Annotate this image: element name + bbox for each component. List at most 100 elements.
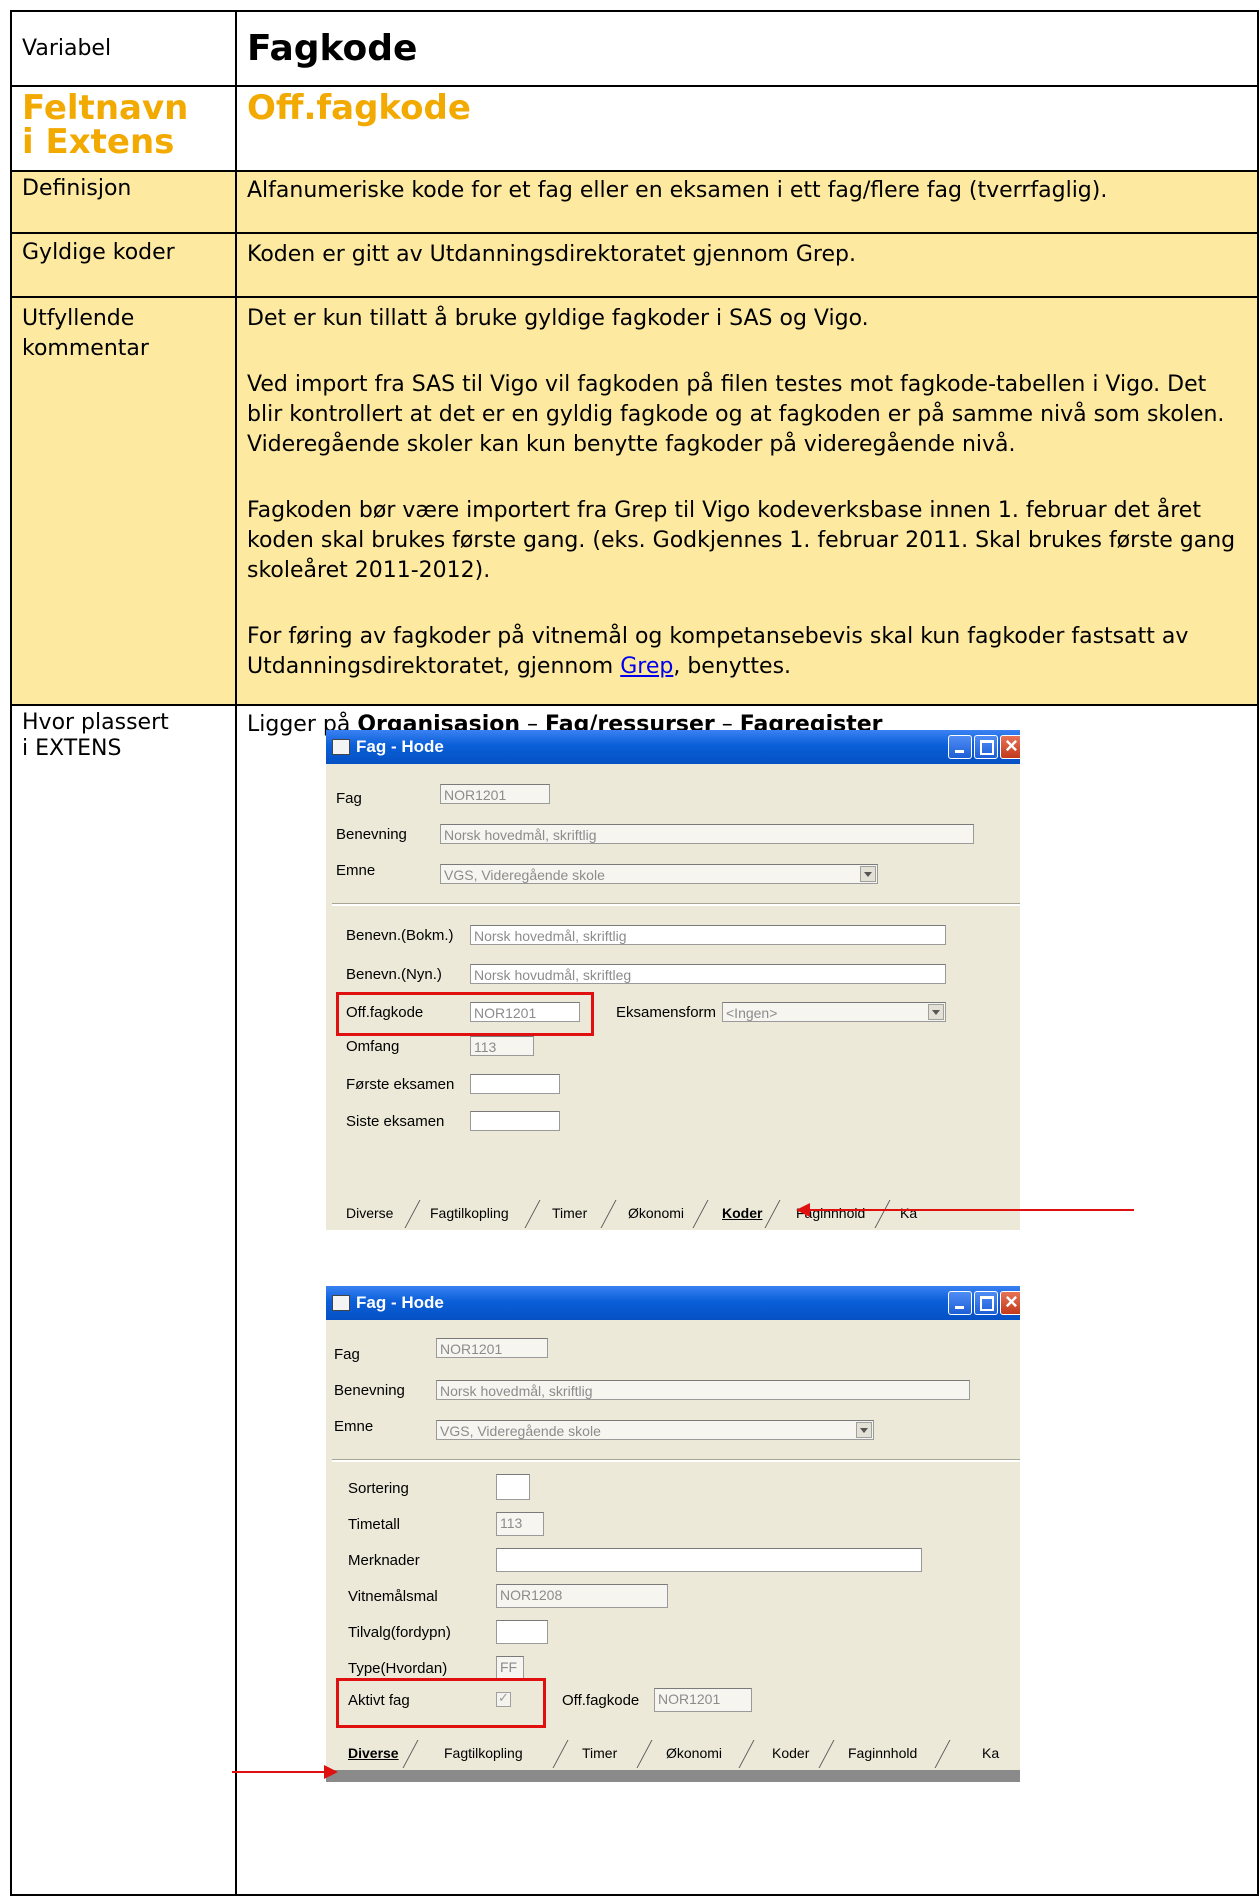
window-icon [332,1295,350,1311]
merknader-field[interactable] [496,1548,922,1572]
emne-select[interactable]: VGS, Videregående skole [440,864,878,884]
tab-timer[interactable]: Timer [552,1205,587,1221]
dialog1-tabbar: Diverse Fagtilkopling Timer Økonomi Kode… [326,1200,1020,1230]
definition-text-cell: Alfanumeriske kode for et fag eller en e… [235,170,1259,234]
dialog2-status-strip [326,1770,1020,1782]
tab-timer[interactable]: Timer [582,1745,617,1761]
offfagkode-label: Off.fagkode [562,1692,640,1709]
benevning-label: Benevning [336,826,407,843]
maximize-icon[interactable] [974,1291,998,1315]
arrow-head-left-icon [796,1203,810,1217]
comment-text-cell: Det er kun tillatt å bruke gyldige fagko… [235,296,1259,706]
tab-koder[interactable]: Koder [772,1745,809,1761]
definition-text: Alfanumeriske kode for et fag eller en e… [247,178,1108,203]
bokm-field[interactable]: Norsk hovedmål, skriftlig [470,925,946,945]
arrow-head-right-icon [324,1765,338,1779]
emne-select[interactable]: VGS, Videregående skole [436,1420,874,1440]
vitnemalsmal-label: Vitnemålsmal [348,1588,438,1605]
tab-fagtilkopling[interactable]: Fagtilkopling [430,1205,509,1221]
omfang-field[interactable]: 113 [470,1036,534,1056]
emne-select-value: VGS, Videregående skole [444,867,605,883]
window-icon [332,739,350,755]
tab-ka[interactable]: Ka [982,1745,999,1761]
variable-name: Fagkode [247,27,418,69]
benevning-label: Benevning [334,1382,405,1399]
comment-paragraph-2: Ved import fra SAS til Vigo vil fagkoden… [247,372,1225,457]
comment-paragraph-1: Det er kun tillatt å bruke gyldige fagko… [247,306,869,331]
location-label: Hvor plassert i EXTENS [22,710,169,761]
grep-link[interactable]: Grep [620,654,673,679]
tilvalg-field[interactable] [496,1620,548,1644]
tab-faginnhold[interactable]: Faginnhold [848,1745,917,1761]
variable-label: Variabel [22,36,112,61]
siste-eksamen-label: Siste eksamen [346,1113,445,1130]
comment-paragraph-4: For føring av fagkoder på vitnemål og ko… [247,622,1247,682]
dialog2-title: Fag - Hode [356,1293,444,1312]
forste-eksamen-label: Første eksamen [346,1076,455,1093]
fag-label: Fag [336,790,362,807]
eksamensform-select[interactable]: <Ingen> [722,1002,946,1022]
vitnemalsmal-field[interactable]: NOR1208 [496,1584,668,1608]
tab-diverse[interactable]: Diverse [346,1205,393,1221]
field-value-cell: Off.fagkode [235,85,1259,172]
maximize-icon[interactable] [974,735,998,759]
tab-fagtilkopling[interactable]: Fagtilkopling [444,1745,523,1761]
tilvalg-label: Tilvalg(fordypn) [348,1624,451,1641]
fag-label: Fag [334,1346,360,1363]
eksamensform-label: Eksamensform [616,1004,717,1021]
koder-panel [332,904,1020,1196]
chevron-down-icon[interactable] [928,1004,944,1020]
timetall-label: Timetall [348,1516,400,1533]
minimize-icon[interactable] [948,1291,972,1315]
variable-label-cell: Variabel [10,10,237,87]
arrow-to-diverse-tab [232,1771,328,1773]
eksamensform-select-value: <Ingen> [726,1005,778,1021]
tab-ka[interactable]: Ka [900,1205,917,1221]
emne-label: Emne [336,862,376,879]
dialog2-tabbar: Diverse Fagtilkopling Timer Økonomi Kode… [326,1740,1020,1770]
valid-codes-label: Gyldige koder [22,240,175,265]
tab-koder[interactable]: Koder [722,1205,762,1221]
benevning-field[interactable]: Norsk hovedmål, skriftlig [440,824,974,844]
fag-field[interactable]: NOR1201 [436,1338,548,1358]
dialog1-title: Fag - Hode [356,737,444,756]
comment-label-cell: Utfyllende kommentar [10,296,237,706]
tab-okonomi[interactable]: Økonomi [666,1745,722,1761]
tab-okonomi[interactable]: Økonomi [628,1205,684,1221]
type-field[interactable]: FF [496,1656,524,1680]
bokm-label: Benevn.(Bokm.) [346,927,454,944]
variable-value-cell: Fagkode [235,10,1259,87]
valid-codes-label-cell: Gyldige koder [10,232,237,298]
valid-codes-text-cell: Koden er gitt av Utdanningsdirektoratet … [235,232,1259,298]
nyn-field[interactable]: Norsk hovudmål, skriftleg [470,964,946,984]
timetall-field[interactable]: 113 [496,1512,544,1536]
emne-label: Emne [334,1418,374,1435]
dialog1-titlebar[interactable]: Fag - Hode [326,730,1020,764]
dialog-fag-hode-diverse: Fag - Hode Fag NOR1201 Benevning Norsk h… [326,1286,1020,1782]
tab-diverse[interactable]: Diverse [348,1745,399,1761]
close-icon[interactable] [1000,1289,1020,1315]
sortering-field[interactable] [496,1474,530,1500]
nyn-label: Benevn.(Nyn.) [346,966,442,983]
type-label: Type(Hvordan) [348,1660,448,1677]
arrow-to-koder-tab [804,1209,1134,1211]
comment-label: Utfyllende kommentar [22,306,149,361]
definition-label: Definisjon [22,176,132,201]
merknader-label: Merknader [348,1552,420,1569]
chevron-down-icon[interactable] [860,866,876,882]
omfang-label: Omfang [346,1038,400,1055]
field-label: Feltnavn i Extens [22,88,189,162]
benevning-field[interactable]: Norsk hovedmål, skriftlig [436,1380,970,1400]
siste-eksamen-field[interactable] [470,1111,560,1131]
comment-paragraph-3: Fagkoden bør være importert fra Grep til… [247,498,1236,583]
close-icon[interactable] [1000,733,1020,759]
forste-eksamen-field[interactable] [470,1074,560,1094]
offfagkode-field[interactable]: NOR1201 [654,1688,752,1712]
chevron-down-icon[interactable] [856,1422,872,1438]
emne-select-value: VGS, Videregående skole [440,1423,601,1439]
field-label-cell: Feltnavn i Extens [10,85,237,172]
comment-p4-after: , benyttes. [673,654,792,679]
dialog2-titlebar[interactable]: Fag - Hode [326,1286,1020,1320]
minimize-icon[interactable] [948,735,972,759]
fag-field[interactable]: NOR1201 [440,784,550,804]
